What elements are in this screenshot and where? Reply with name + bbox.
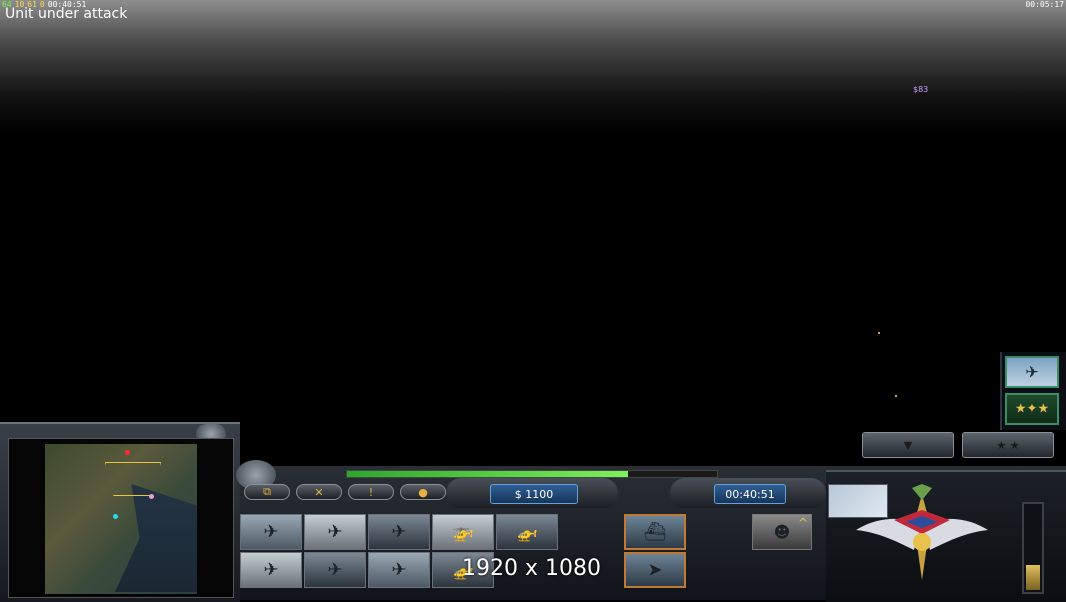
world-marker: [895, 395, 897, 397]
aircraft-icon: ✈: [327, 521, 343, 543]
alert-button[interactable]: !: [348, 484, 394, 500]
aircraft-icon: ✈: [327, 559, 343, 581]
pilot-portrait[interactable]: ☻ ^: [752, 514, 812, 550]
alert-message: Unit under attack: [5, 6, 128, 22]
energy-gauge-fill: [1026, 564, 1040, 590]
command-console: ⧉ ✕! ● $ 1100 00:40:51 ✈ ✈ ✈ 🚁 🚁 ✈ ✈ ✈ 🚁 ⛴ ➤ ☻ ^ 1…: [0, 410, 1066, 602]
promote-chevron-icon: ^: [797, 516, 808, 530]
build-comanche-helicopter[interactable]: 🚁: [496, 514, 558, 550]
star-icon: ★ ★: [996, 438, 1020, 452]
minimap[interactable]: [8, 438, 234, 598]
minimap-terrain: [45, 444, 197, 594]
minimap-ally-blip: [113, 514, 118, 519]
chat-button[interactable]: ●: [400, 484, 446, 500]
minimap-enemy-blip: [125, 450, 130, 455]
queue-aircraft-carrier[interactable]: ⛴: [624, 514, 686, 550]
game-world-view[interactable]: [0, 0, 1066, 470]
aircraft-icon: ✈: [263, 559, 279, 581]
timer-readout: 00:40:51: [714, 484, 786, 504]
minimap-camera-view[interactable]: [105, 462, 161, 496]
resolution-label: 1920 x 1080: [462, 556, 601, 581]
jet-icon: ✈: [1025, 362, 1039, 382]
carrier-icon: ⛴: [643, 521, 667, 543]
build-raptor-jet[interactable]: ✈: [240, 552, 302, 588]
missile-icon: ➤: [647, 559, 663, 581]
power-bar-fill: [347, 471, 629, 477]
power-bar: [346, 470, 718, 478]
queue-missile[interactable]: ➤: [624, 552, 686, 588]
side-queue-jet[interactable]: ✈: [1005, 356, 1059, 388]
select-all-button[interactable]: ⧉: [244, 484, 290, 500]
wrench-icon: ✕: [314, 485, 324, 499]
down-arrow-icon: ▼: [903, 438, 913, 452]
tab-stars[interactable]: ★ ★: [962, 432, 1054, 458]
aircraft-icon: ✈: [263, 521, 279, 543]
world-marker: [878, 332, 880, 334]
pilot-icon: ☻: [773, 522, 791, 542]
faction-emblem-icon: [856, 484, 988, 580]
build-stealth-bomber[interactable]: ✈: [368, 514, 430, 550]
energy-gauge: [1022, 502, 1044, 594]
faction-panel: [826, 470, 1066, 602]
chat-icon: ●: [418, 485, 428, 499]
aircraft-icon: 🚁: [451, 521, 475, 543]
aircraft-icon: 🚁: [515, 521, 539, 543]
session-clock: 00:05:17: [1025, 0, 1064, 9]
aircraft-icon: ✈: [391, 521, 407, 543]
build-hornet-jet[interactable]: ✈: [304, 514, 366, 550]
build-stealth-fighter[interactable]: ✈: [368, 552, 430, 588]
build-aurora-jet[interactable]: ✈: [304, 552, 366, 588]
tab-down[interactable]: ▼: [862, 432, 954, 458]
minimap-unit-blip: [149, 494, 154, 499]
money-readout: $ 1100: [490, 484, 578, 504]
repair-button[interactable]: ✕: [296, 484, 342, 500]
command-buttons: ⧉ ✕! ●: [244, 484, 446, 500]
money-popup: $83: [913, 85, 929, 94]
stack-icon: ⧉: [263, 485, 271, 498]
build-chinook-helicopter[interactable]: 🚁: [432, 514, 494, 550]
minimap-water: [115, 484, 197, 592]
alert-icon: !: [368, 485, 374, 499]
build-fighter-jet[interactable]: ✈: [240, 514, 302, 550]
aircraft-icon: ✈: [391, 559, 407, 581]
